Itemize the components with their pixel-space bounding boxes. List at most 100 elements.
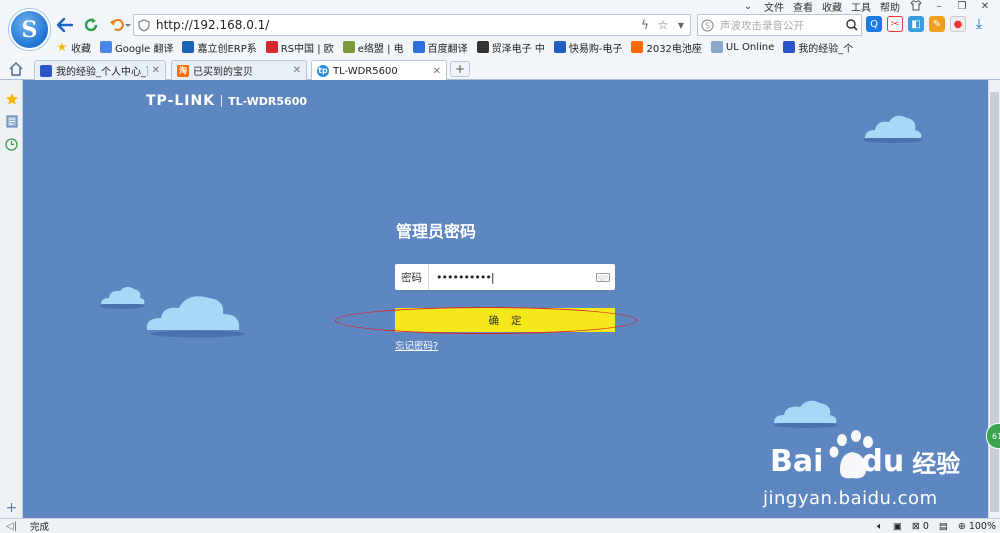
- google-translate-icon: [100, 41, 112, 53]
- undo-close-button[interactable]: [107, 15, 133, 35]
- status-text: 完成: [30, 522, 50, 533]
- cloud-icon: [100, 286, 145, 309]
- download-icon[interactable]: ⤓: [971, 16, 987, 32]
- refresh-icon: [84, 18, 98, 32]
- collapse-sidebar-icon[interactable]: ◁|: [6, 521, 17, 532]
- favorite-star-icon[interactable]: ☆: [654, 18, 672, 32]
- blocked-icon[interactable]: ⊠ 0: [912, 521, 929, 532]
- undo-icon: [110, 18, 131, 31]
- status-bar: ◁| 完成 🔈︎ ▣ ⊠ 0 ▤ ⊕ 100%: [0, 518, 1000, 533]
- bookmark-item[interactable]: 嘉立创ERP系: [182, 40, 257, 55]
- bookmark-label: RS中国 | 欧: [280, 43, 334, 55]
- menu-file[interactable]: 文件: [764, 0, 784, 14]
- speaker-icon[interactable]: 🔈︎: [877, 521, 883, 532]
- bookmark-item[interactable]: 2032电池座: [631, 40, 702, 55]
- refresh-button[interactable]: [81, 15, 101, 35]
- bookmark-item[interactable]: 我的经验_个: [783, 40, 853, 55]
- mouser-icon: [476, 41, 489, 53]
- new-tab-button[interactable]: +: [450, 61, 470, 77]
- forgot-password-link[interactable]: 忘记密码?: [395, 338, 438, 352]
- bookmark-item[interactable]: 快易购-电子: [553, 40, 622, 55]
- bookmark-label: Google 翻译: [115, 43, 174, 55]
- tab-label: 我的经验_个人中心_百度: [56, 67, 148, 78]
- close-tab-icon[interactable]: ✕: [433, 66, 441, 77]
- baidu-translate-icon: [412, 41, 425, 53]
- bookmark-label: 贸泽电子 中: [491, 43, 545, 55]
- menu-favorites[interactable]: 收藏: [822, 0, 842, 14]
- taobao-icon: 淘: [177, 64, 189, 77]
- sogou-browser-logo[interactable]: S: [9, 9, 50, 50]
- minimize-icon[interactable]: –: [932, 1, 946, 12]
- tab-baidu-experience[interactable]: 我的经验_个人中心_百度 ✕: [34, 60, 166, 80]
- bookmark-label: UL Online: [725, 41, 775, 53]
- lightning-icon[interactable]: ϟ: [636, 18, 654, 32]
- model-name: TL-WDR5600: [228, 94, 308, 108]
- bookmark-item[interactable]: 百度翻译: [412, 40, 468, 55]
- tab-purchased[interactable]: 淘 已买到的宝贝 ✕: [171, 60, 307, 80]
- plugin-icon[interactable]: ●: [950, 16, 966, 32]
- zoom-control[interactable]: ⊕ 100%: [958, 521, 996, 532]
- search-box[interactable]: S 声波攻击录音公开: [697, 14, 862, 36]
- bookmark-item[interactable]: RS中国 | 欧: [265, 40, 334, 55]
- password-input[interactable]: ••••••••••|: [429, 271, 591, 284]
- url-text[interactable]: http://192.168.0.1/: [154, 18, 636, 32]
- page-icon: [710, 41, 723, 53]
- search-placeholder[interactable]: 声波攻击录音公开: [716, 18, 843, 33]
- page-title: 管理员密码: [396, 222, 477, 241]
- bookmark-item[interactable]: e络盟 | 电: [342, 40, 404, 55]
- back-button[interactable]: [55, 15, 75, 35]
- search-icon[interactable]: [843, 19, 861, 31]
- svg-text:S: S: [704, 21, 709, 30]
- baidu-logo-right: du: [861, 444, 905, 479]
- cloud-icon: [863, 115, 923, 143]
- down-arrow-icon[interactable]: ⌄: [741, 1, 755, 12]
- add-sidebar-icon[interactable]: +: [4, 500, 19, 516]
- menu-tools[interactable]: 工具: [851, 0, 871, 14]
- close-window-icon[interactable]: ✕: [978, 1, 992, 12]
- bookmark-item[interactable]: ★ 收藏: [56, 40, 91, 55]
- password-field[interactable]: 密码 ••••••••••|: [395, 264, 615, 290]
- settings-icon[interactable]: ▤: [939, 521, 948, 532]
- menu-view[interactable]: 查看: [793, 0, 813, 14]
- cloud-icon: [774, 400, 838, 428]
- screenshot-status-icon[interactable]: ▣: [893, 521, 902, 532]
- notes-icon[interactable]: [4, 114, 19, 129]
- status-right: 🔈︎ ▣ ⊠ 0 ▤ ⊕ 100%: [877, 519, 996, 533]
- jingyan-label: 经验: [912, 450, 961, 478]
- bookmark-item[interactable]: 贸泽电子 中: [476, 40, 545, 55]
- mouse-gesture-icon[interactable]: ✎: [929, 16, 945, 32]
- home-button[interactable]: [8, 61, 26, 79]
- zoom-level: 100%: [968, 521, 996, 532]
- baidu-icon: [783, 41, 796, 53]
- back-arrow-icon: [57, 18, 73, 32]
- favorites-star-icon[interactable]: [4, 91, 19, 106]
- screenshot-icon[interactable]: ✂: [887, 16, 903, 32]
- bookmark-label: 我的经验_个: [798, 43, 854, 55]
- bookmark-label: 嘉立创ERP系: [197, 43, 257, 55]
- menu-bar: ⌄ 文件 查看 收藏 工具 帮助 – ❐ ✕: [0, 0, 1000, 14]
- tab-tl-wdr5600[interactable]: tp TL-WDR5600 ✕: [311, 60, 447, 81]
- star-icon: ★: [56, 40, 68, 54]
- keyboard-icon[interactable]: [591, 272, 615, 282]
- menu-help[interactable]: 帮助: [880, 0, 900, 14]
- bookmark-label: 2032电池座: [646, 43, 702, 55]
- bookmark-item[interactable]: Google 翻译: [100, 40, 173, 55]
- address-bar[interactable]: http://192.168.0.1/ ϟ ☆ ▼: [133, 14, 691, 36]
- close-tab-icon[interactable]: ✕: [293, 65, 301, 76]
- jlc-icon: [182, 41, 195, 53]
- watermark-url: jingyan.baidu.com: [763, 488, 938, 509]
- bookmark-item[interactable]: UL Online: [710, 41, 775, 53]
- taobao-icon: [631, 41, 644, 53]
- history-clock-icon[interactable]: [4, 137, 19, 152]
- dropdown-icon[interactable]: ▼: [672, 21, 690, 30]
- left-sidebar: +: [0, 80, 23, 518]
- cloud-icon: [146, 296, 246, 338]
- nav-buttons: [55, 14, 133, 36]
- sidebar-toggle-icon[interactable]: ◧: [908, 16, 924, 32]
- close-tab-icon[interactable]: ✕: [152, 65, 160, 76]
- translate-icon[interactable]: Q: [866, 16, 882, 32]
- skin-icon[interactable]: [909, 0, 923, 14]
- brand-header: TP-LINK TL-WDR5600: [146, 93, 307, 109]
- restore-icon[interactable]: ❐: [955, 1, 969, 12]
- bookmarks-bar: ★ 收藏 Google 翻译 嘉立创ERP系 RS中国 | 欧 e络盟 | 电 百度翻译 贸泽…: [56, 38, 853, 56]
